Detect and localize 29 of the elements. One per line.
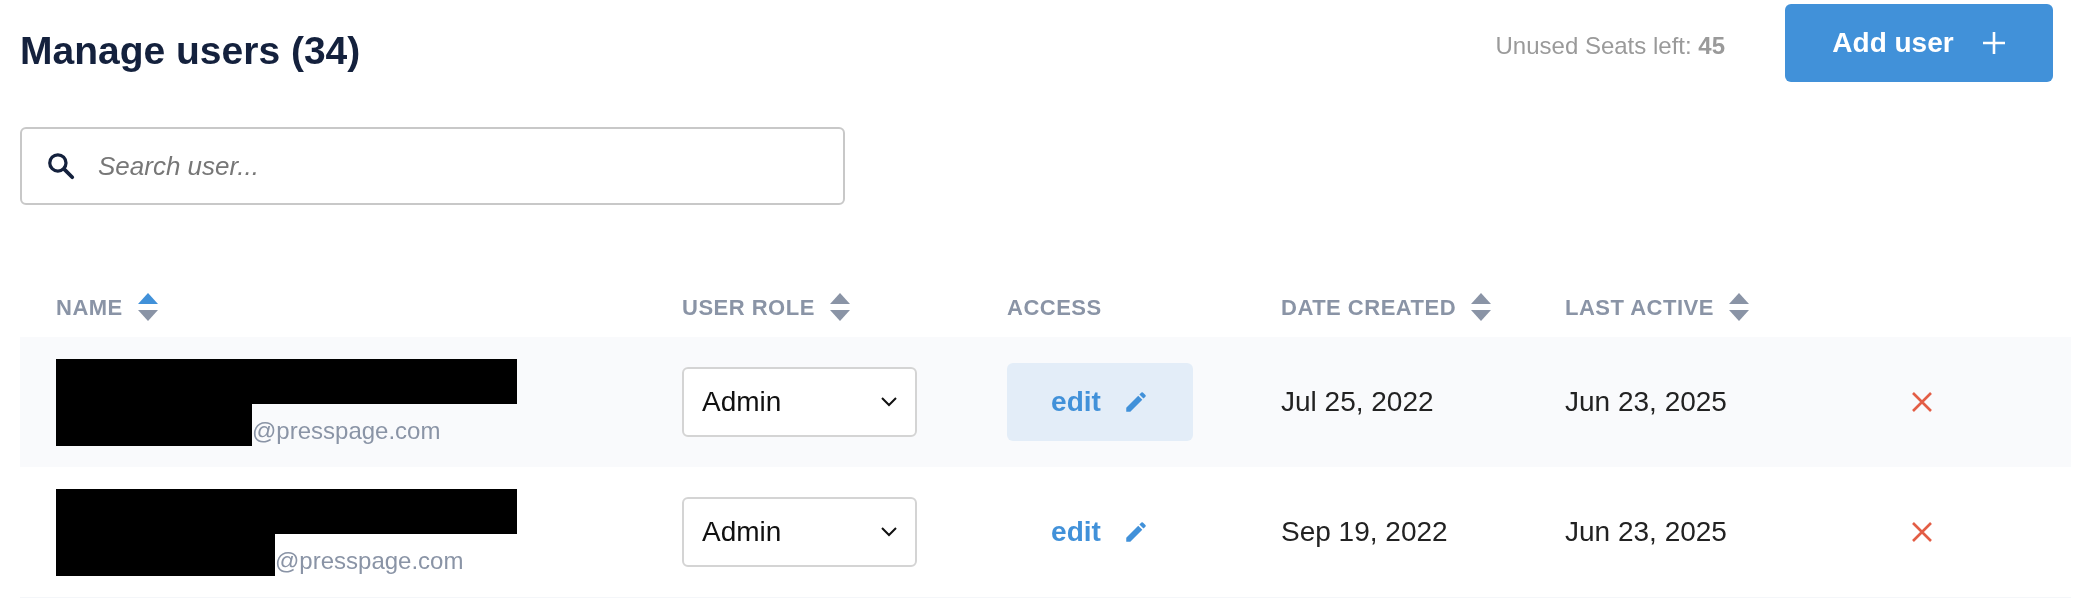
search-icon	[46, 151, 76, 181]
column-header[interactable]: DATE CREATED	[1281, 290, 1457, 324]
column-header[interactable]: NAME	[56, 290, 123, 324]
sort-icon[interactable]	[136, 292, 159, 322]
user-email: @presspage.com	[275, 545, 464, 576]
chevron-down-icon	[881, 527, 897, 537]
add-user-button[interactable]: Add user	[1785, 4, 2053, 82]
delete-icon[interactable]	[1911, 391, 1933, 413]
page-title: Manage users (34)	[20, 28, 361, 74]
date-created: Jul 25, 2022	[1281, 386, 1434, 417]
sort-icon[interactable]	[1727, 292, 1750, 322]
sort-icon[interactable]	[828, 292, 851, 322]
plus-icon	[1981, 31, 2006, 55]
role-select[interactable]: Admin	[682, 497, 917, 567]
last-active-date: Jun 23, 2025	[1565, 386, 1727, 417]
column-header[interactable]: LAST ACTIVE	[1565, 290, 1714, 324]
edit-access-button[interactable]: edit	[1007, 493, 1193, 571]
search-field[interactable]: Search user...	[20, 127, 845, 205]
last-active-date: Jun 23, 2025	[1565, 516, 1727, 547]
sort-icon[interactable]	[1470, 292, 1493, 322]
user-email: @presspage.com	[252, 415, 441, 446]
edit-access-button[interactable]: edit	[1007, 363, 1193, 441]
column-header[interactable]: USER ROLE	[682, 290, 815, 324]
unused-seats-label: Unused Seats left: 45	[1495, 31, 1725, 61]
delete-icon[interactable]	[1911, 521, 1933, 543]
role-select[interactable]: Admin	[682, 367, 917, 437]
column-header: ACCESS	[1007, 293, 1102, 322]
chevron-down-icon	[881, 397, 897, 407]
date-created: Sep 19, 2022	[1281, 516, 1448, 547]
